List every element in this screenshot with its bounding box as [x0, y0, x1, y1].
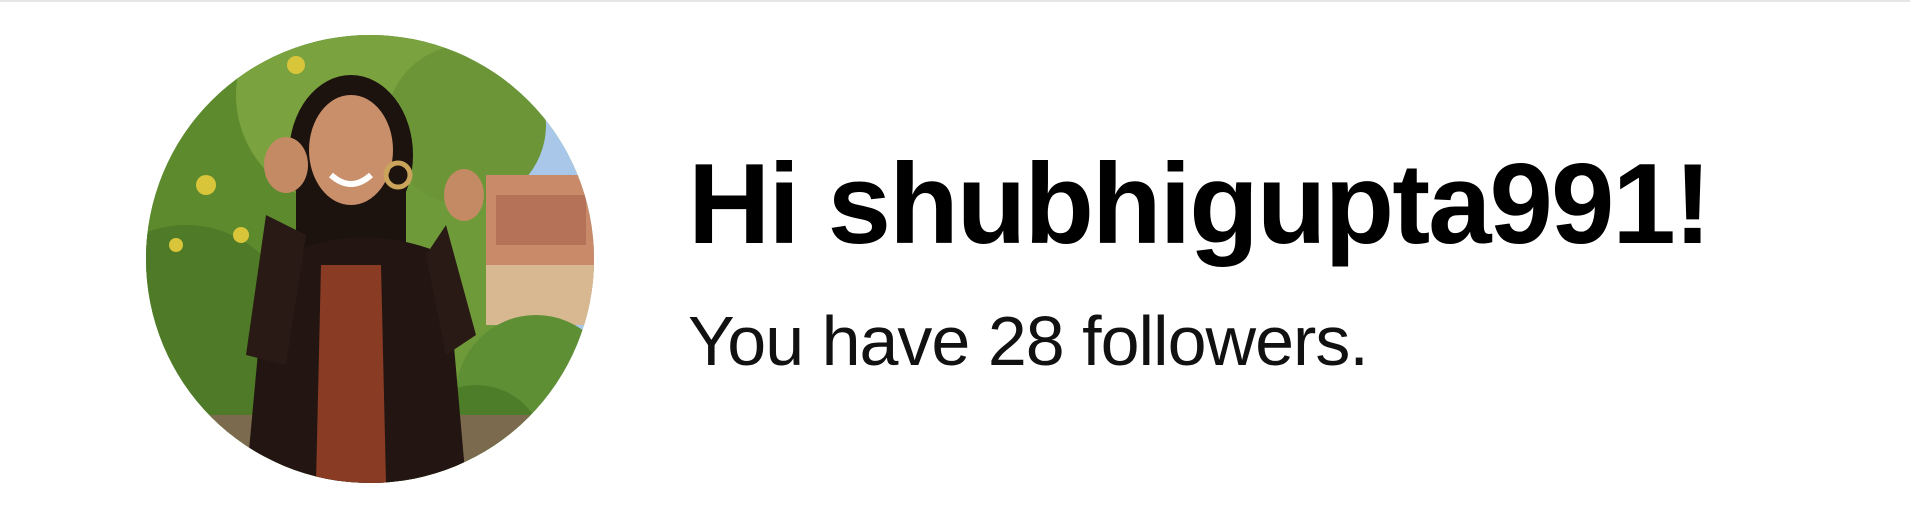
greeting-heading: Hi shubhigupta991!	[688, 141, 1712, 268]
avatar	[146, 35, 594, 483]
avatar-photo	[146, 35, 594, 483]
followers-count-text: You have 28 followers.	[688, 302, 1369, 380]
top-divider	[0, 0, 1910, 2]
